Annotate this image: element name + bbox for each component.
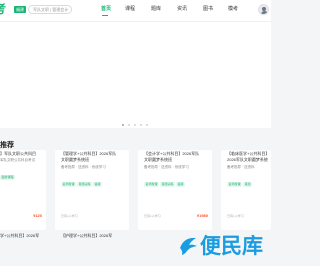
banner-carousel[interactable] [0,22,271,128]
course-tag: 真题演练 [77,182,93,187]
course-card-learners: 已有1人学习 [144,214,161,218]
course-card-subtitle: 备考指导 · 送资料 · 系统学习 [61,165,106,169]
carousel-dot[interactable] [128,124,130,126]
course-card-title: 【临床医学+公共科目】2026军队文职圆梦系统 [227,151,270,162]
course-card[interactable]: 【临床医学+公共科目】2026军队文职圆梦系统 备考指导 · 送资料 名师授课真… [221,150,271,230]
course-card-tags: 名师授课 真题演练 答疑 [61,172,103,187]
carousel-dot[interactable] [134,124,136,126]
section-title: 推荐 [0,142,14,149]
course-tag: 名师授课 [227,182,243,187]
nav-home[interactable]: 首页 [101,5,111,13]
user-avatar[interactable] [258,4,269,15]
course-card-learners: 已有1人学习 [227,214,244,218]
search-input[interactable]: 军队文职 | 管理会计 [28,5,72,14]
course-card-tags: 面授课程 [0,165,16,180]
course-card-tags: 名师授课 真题演练 答疑 [144,172,186,187]
course-card-subtitle: 备考指导 · 送资料 · 系统学习 [144,165,189,169]
course-card[interactable]: 】军队文职公共科目 军队文职公共科目考试 面授课程 ¥120 [0,150,46,230]
nav-books[interactable]: 图书 [203,5,213,13]
course-card[interactable]: 【会计学+公共科目】2026军队文职圆梦系统班 备考指导 · 送资料 · 系统学… [138,150,212,230]
course-tag: 答疑 [176,182,186,187]
course-card-title: 】军队文职公共科目 [0,151,36,156]
course-tag: 名师授课 [61,182,77,187]
site-logo[interactable]: 考 [0,2,11,16]
watermark: 便民库 [178,233,266,261]
watermark-text: 便民库 [200,235,263,258]
watermark-icon [180,237,197,255]
course-card-title-row2[interactable]: 学+公共科目】2026军 [0,233,39,239]
city-selector[interactable]: 福建 [14,6,26,13]
course-tag: 真题 [243,182,253,187]
carousel-dot[interactable] [140,124,142,126]
course-card-subtitle: 备考指导 · 送资料 [227,165,255,169]
course-card-title: 【会计学+公共科目】2026军队文职圆梦系统班 [144,151,200,162]
avatar-body-shape [260,11,268,14]
nav-active-indicator [102,15,108,16]
course-card-title: 【管理学+公共科目】2026军队文职圆梦系统班 [61,151,117,162]
course-tag: 名师授课 [144,182,160,187]
course-tag: 面授课程 [0,175,16,180]
course-card-tags: 名师授课 真题 [227,172,253,187]
site-logo-text: 考 [0,2,7,16]
nav-news[interactable]: 资讯 [177,5,187,13]
course-card-title-row2[interactable]: 【护理学+公共科目】2026军 [61,233,112,239]
carousel-dot[interactable] [146,124,148,126]
course-card[interactable]: 【管理学+公共科目】2026军队文职圆梦系统班 备考指导 · 送资料 · 系统学… [55,150,129,230]
course-tag: 真题演练 [160,182,176,187]
course-card-subtitle: 军队文职公共科目考试 [0,158,35,162]
carousel-dot[interactable] [122,124,124,126]
course-card-price: ¥1980 [196,213,208,218]
search-placeholder: 军队文职 | 管理会计 [33,7,69,12]
avatar-head-shape [262,6,266,11]
course-card-learners: 已有1人学习 [61,214,78,218]
top-header: 考 福建 军队文职 | 管理会计 首页 课程 题库 资讯 图书 模考 [0,0,271,22]
nav-question-bank[interactable]: 题库 [151,5,161,13]
nav-mock-exam[interactable]: 模考 [228,5,238,13]
course-tag: 答疑 [93,182,103,187]
nav-courses[interactable]: 课程 [125,5,135,13]
course-card-price: ¥120 [33,213,42,218]
